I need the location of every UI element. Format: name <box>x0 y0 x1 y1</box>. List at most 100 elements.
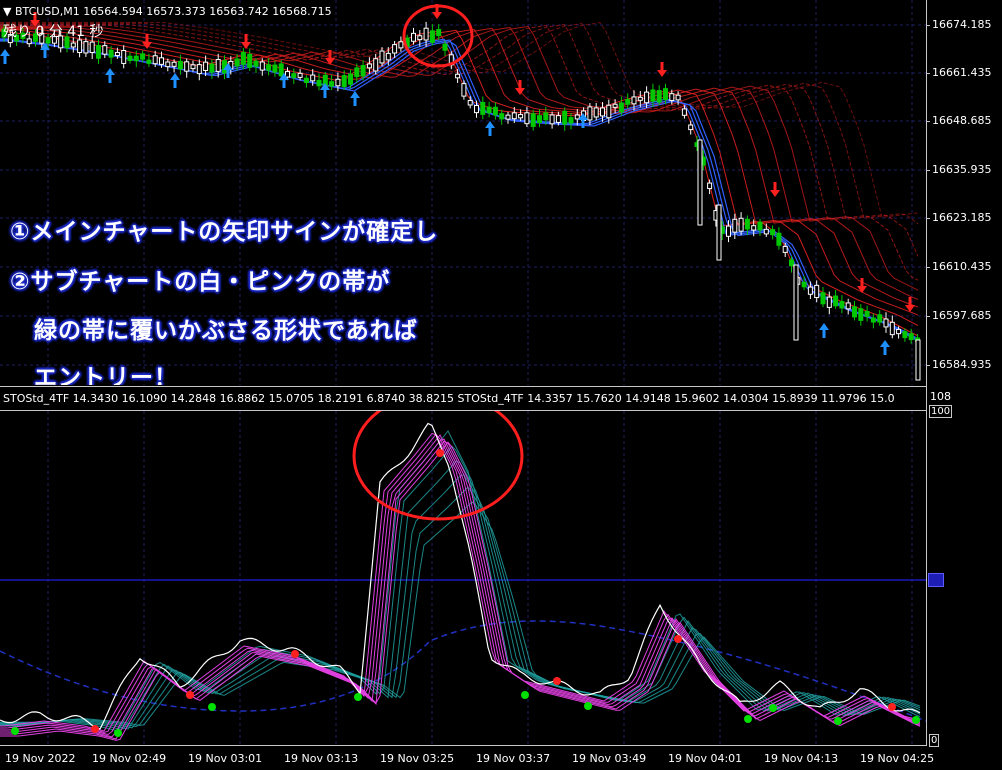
candle-body <box>146 59 152 64</box>
candle-body <box>726 225 731 237</box>
sell-arrow-icon <box>905 297 915 312</box>
candle-body <box>612 103 618 108</box>
candle-body <box>537 115 542 124</box>
candle-body <box>329 81 335 87</box>
candle-body <box>852 306 857 318</box>
candle-body <box>782 245 788 253</box>
candle-body <box>845 302 851 310</box>
buy-arrow-icon <box>170 73 180 88</box>
candle-body <box>253 60 259 67</box>
candle-body <box>738 217 744 232</box>
candle-body <box>562 110 568 125</box>
highlight-circle <box>352 411 524 521</box>
candle-body <box>474 105 479 114</box>
buy-dot <box>744 715 752 723</box>
candle-body <box>631 96 637 105</box>
candle-body <box>688 124 694 131</box>
candle-body <box>606 104 612 119</box>
sell-dot <box>91 725 99 733</box>
price-label: 16597.685 <box>932 309 992 322</box>
candle-body <box>675 94 681 101</box>
candle-body <box>159 57 164 65</box>
sell-dot <box>436 449 444 457</box>
sell-arrow-icon <box>657 62 667 77</box>
time-label: 19 Nov 03:01 <box>188 752 263 765</box>
price-tick <box>926 121 930 122</box>
buy-dot <box>354 693 362 701</box>
candle-body <box>266 64 272 71</box>
candle-body <box>839 301 845 309</box>
buy-dot <box>521 691 529 699</box>
sell-dot <box>674 635 682 643</box>
time-label: 19 Nov 03:49 <box>572 752 647 765</box>
price-tick <box>926 25 930 26</box>
candle-body <box>203 61 209 71</box>
candle-body <box>524 112 530 125</box>
time-label: 19 Nov 03:25 <box>380 752 455 765</box>
candle-body <box>461 83 467 97</box>
candle-body <box>751 225 757 231</box>
candle-body <box>656 90 662 103</box>
candle-body <box>165 61 171 68</box>
price-tick <box>926 365 930 366</box>
candle-body <box>644 91 650 104</box>
indicator-pane[interactable] <box>0 411 926 745</box>
candle-body <box>663 88 668 100</box>
pane-separator[interactable] <box>0 386 926 387</box>
candle-body <box>593 107 599 118</box>
stochastic-chart[interactable] <box>0 411 926 745</box>
buy-dot <box>11 727 19 735</box>
candle-body <box>417 35 423 41</box>
green-band-line <box>0 486 921 728</box>
time-label: 19 Nov 03:13 <box>284 752 359 765</box>
candle-body <box>348 73 353 85</box>
buy-dot <box>912 716 920 724</box>
green-band-line <box>0 460 921 730</box>
sell-dot <box>553 677 561 685</box>
candle-body <box>152 55 158 65</box>
candle-body <box>757 221 763 231</box>
candle-body <box>480 101 486 115</box>
candle-body <box>530 113 536 127</box>
candle-body <box>316 79 322 87</box>
candle-body <box>215 59 221 72</box>
white-line <box>0 422 921 730</box>
buy-arrow-icon <box>819 323 829 338</box>
candle-body <box>70 42 76 48</box>
candle-body <box>177 60 183 70</box>
price-tick <box>926 170 930 171</box>
sub-scale-0: 0 <box>929 734 940 747</box>
sell-arrow-icon <box>770 182 780 197</box>
candle-body <box>77 39 83 54</box>
buy-arrow-icon <box>0 49 10 64</box>
candle-body <box>140 53 146 60</box>
candle-body <box>272 64 278 73</box>
candle-body <box>354 67 360 78</box>
price-label: 16610.435 <box>932 260 992 273</box>
candle-body <box>379 50 385 64</box>
candle-body <box>793 264 799 341</box>
ma-ribbon-line <box>0 25 919 291</box>
candle-body <box>587 106 593 121</box>
candle-body <box>744 218 750 230</box>
buy-dot <box>834 717 842 725</box>
price-label: 16623.185 <box>932 211 992 224</box>
candle-body <box>429 30 435 43</box>
candle-body <box>234 58 240 67</box>
candle-body <box>707 182 713 190</box>
candle-body <box>423 27 429 41</box>
candle-body <box>833 295 839 307</box>
candle-body <box>436 29 442 37</box>
time-label: 19 Nov 04:01 <box>668 752 743 765</box>
pink-band-line <box>0 434 921 736</box>
price-tick <box>926 316 930 317</box>
candle-body <box>499 113 505 120</box>
candle-body <box>467 100 473 106</box>
candle-body <box>770 229 776 236</box>
candle-body <box>259 61 265 71</box>
candle-body <box>278 63 284 77</box>
main-chart-pane[interactable]: ▼ BTCUSD,M1 16564.594 16573.373 16563.74… <box>0 0 926 385</box>
time-label: 19 Nov 04:25 <box>860 752 935 765</box>
candle-body <box>297 72 303 78</box>
price-label: 16661.435 <box>932 66 992 79</box>
